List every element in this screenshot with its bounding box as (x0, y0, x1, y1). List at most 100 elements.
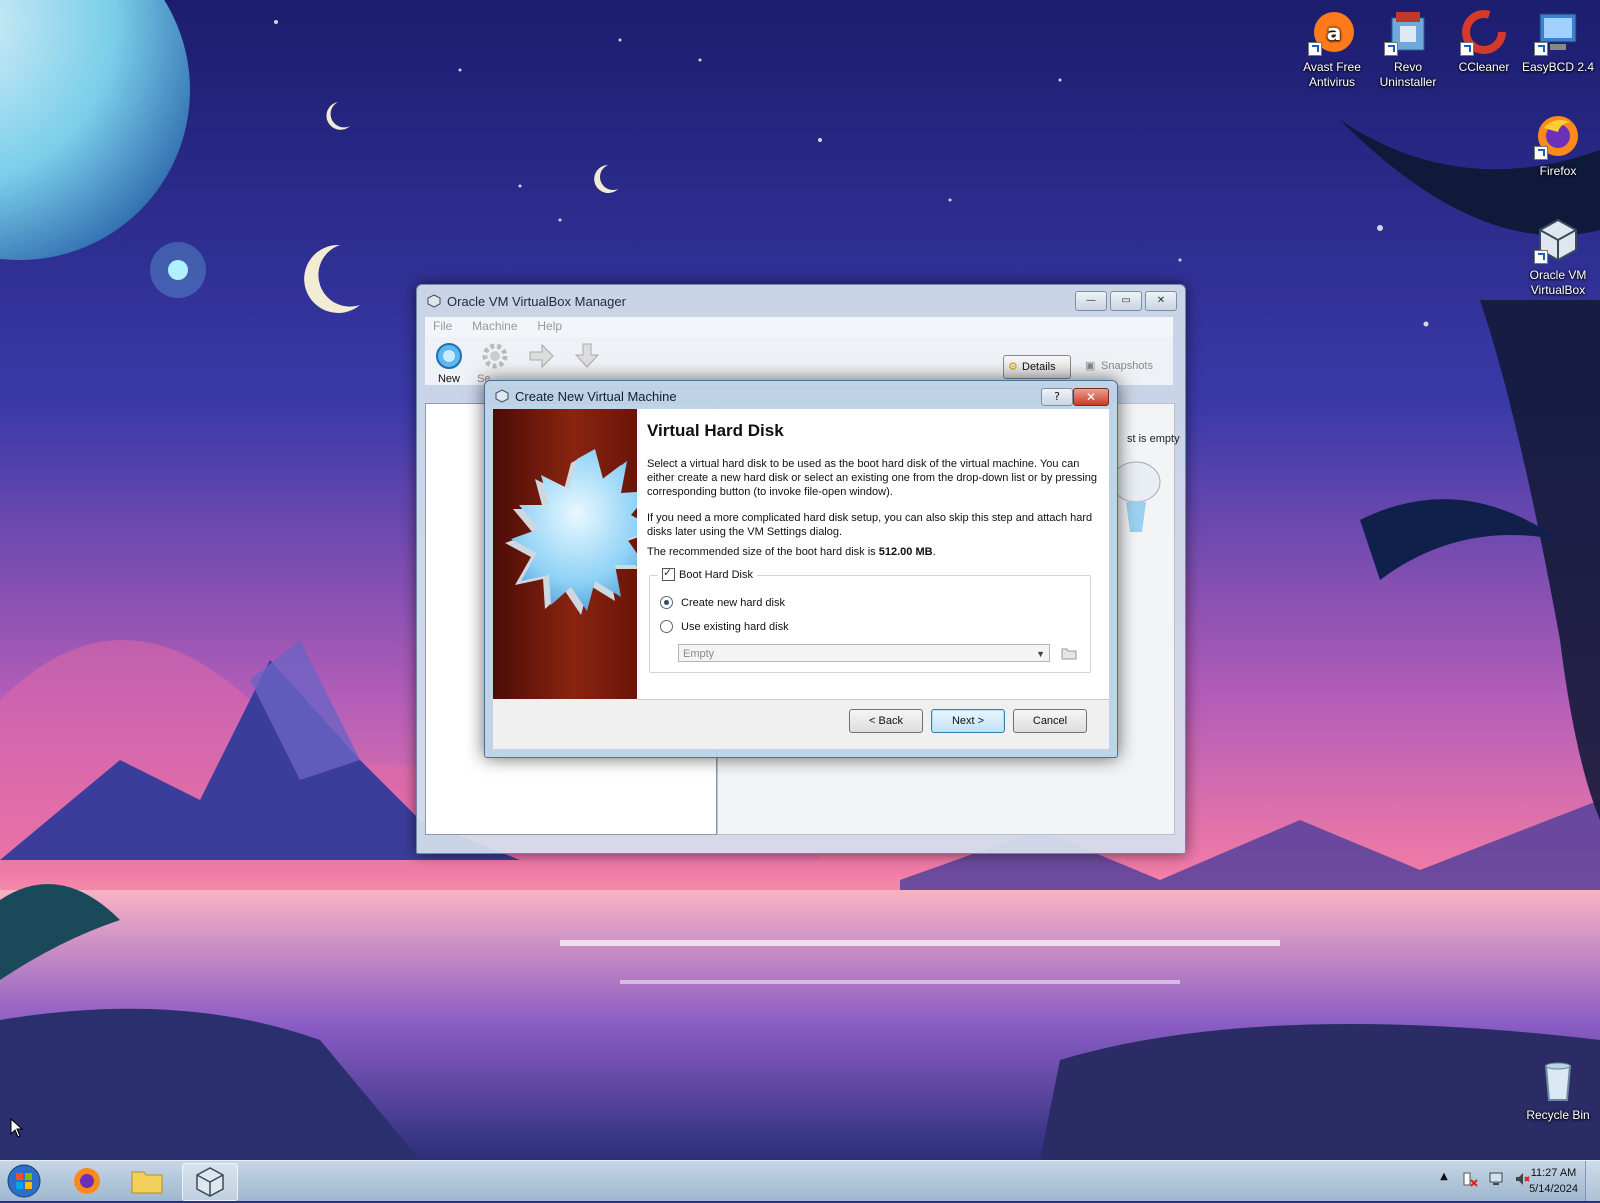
new-button[interactable]: New (429, 337, 469, 385)
show-desktop-button[interactable] (1585, 1161, 1600, 1201)
create-vm-wizard-dialog[interactable]: Create New Virtual Machine ? ✕ Virtual H… (484, 380, 1118, 758)
menu-help[interactable]: Help (537, 319, 562, 333)
desktop-icon-label: Revo Uninstaller (1379, 60, 1437, 89)
create-new-disk-radio[interactable]: Create new hard disk (660, 596, 785, 609)
virtualbox-icon (1534, 216, 1582, 264)
recommended-size-value: 512.00 MB (878, 546, 933, 558)
details-gear-icon: ⚙ (1008, 361, 1018, 373)
shortcut-arrow-icon (1308, 42, 1322, 56)
ccleaner-icon (1460, 8, 1508, 56)
desktop-icon-avast[interactable]: a Avast Free Antivirus (1290, 8, 1374, 90)
firefox-icon (74, 1168, 100, 1194)
show-hidden-icons-icon[interactable]: ▲ (1436, 1171, 1452, 1187)
new-vm-icon (434, 341, 464, 371)
shortcut-arrow-icon (1534, 146, 1548, 160)
clock[interactable]: 11:27 AM 5/14/2024 (1529, 1165, 1578, 1197)
gear-icon (480, 341, 510, 371)
help-button[interactable]: ? (1041, 388, 1073, 406)
arrow-right-icon (526, 341, 556, 371)
star-burst-icon (505, 449, 637, 615)
create-new-disk-label: Create new hard disk (681, 596, 785, 609)
action-center-icon[interactable] (1462, 1171, 1478, 1187)
boot-hard-disk-label: Boot Hard Disk (679, 568, 753, 581)
recommended-size-text: The recommended size of the boot hard di… (647, 545, 1097, 559)
close-button[interactable]: ✕ (1145, 291, 1177, 311)
dialog-body: Virtual Hard Disk Select a virtual hard … (493, 409, 1109, 749)
shortcut-arrow-icon (1534, 250, 1548, 264)
existing-disk-select[interactable]: Empty ▼ (678, 644, 1050, 662)
radio-selected-icon (660, 596, 673, 609)
dialog-title: Create New Virtual Machine (495, 389, 677, 404)
virtualbox-icon (427, 294, 441, 308)
desktop-icon-virtualbox[interactable]: Oracle VM VirtualBox (1516, 216, 1600, 298)
minimize-button[interactable]: — (1075, 291, 1107, 311)
desktop-icon-label: Firefox (1539, 164, 1577, 178)
menu-machine[interactable]: Machine (472, 319, 517, 333)
windows-logo-icon (7, 1164, 41, 1198)
details-button[interactable]: ⚙ Details (1003, 355, 1071, 379)
open-disk-file-button[interactable] (1060, 644, 1078, 662)
existing-disk-value: Empty (683, 648, 715, 660)
menu-bar: File Machine Help (425, 317, 1173, 337)
virtualbox-icon (495, 389, 509, 403)
network-icon[interactable] (1488, 1171, 1504, 1187)
description-paragraph-1: Select a virtual hard disk to be used as… (647, 458, 1098, 498)
folder-open-icon (1061, 648, 1077, 660)
desktop-icon-label: Recycle Bin (1526, 1108, 1590, 1122)
description-paragraph-2: If you need a more complicated hard disk… (647, 512, 1093, 538)
recycle-bin-icon (1534, 1056, 1582, 1104)
next-button[interactable]: Next > (931, 709, 1005, 733)
shortcut-arrow-icon (1384, 42, 1398, 56)
svg-text:a: a (1327, 21, 1342, 46)
virtualbox-icon (196, 1167, 224, 1197)
desktop-icon-firefox[interactable]: Firefox (1516, 112, 1600, 179)
checkbox-checked-icon (662, 566, 675, 581)
radio-unselected-icon (660, 620, 673, 633)
cancel-button[interactable]: Cancel (1013, 709, 1087, 733)
snapshots-label: Snapshots (1101, 360, 1153, 372)
shortcut-arrow-icon (1460, 42, 1474, 56)
maximize-icon: ▭ (1121, 295, 1131, 306)
desktop-icon-recycle-bin[interactable]: Recycle Bin (1516, 1056, 1600, 1123)
taskbar-firefox[interactable] (60, 1163, 114, 1199)
desktop-icon-label: CCleaner (1458, 60, 1510, 74)
discard-button[interactable] (567, 337, 607, 373)
taskbar-virtualbox[interactable] (182, 1163, 238, 1201)
menu-file[interactable]: File (433, 319, 452, 333)
mouse-cursor-icon (10, 1118, 24, 1138)
back-button[interactable]: < Back (849, 709, 923, 733)
chevron-down-icon: ▼ (1036, 649, 1045, 659)
close-icon: ✕ (1156, 295, 1166, 306)
volume-muted-icon[interactable] (1514, 1171, 1530, 1187)
settings-button[interactable]: Se (475, 337, 515, 385)
avast-icon: a (1308, 8, 1356, 56)
taskbar-explorer[interactable] (120, 1163, 174, 1199)
maximize-button[interactable]: ▭ (1110, 291, 1142, 311)
details-label: Details (1022, 361, 1056, 373)
boot-hard-disk-group: Boot Hard Disk Create new hard disk Use … (649, 566, 1091, 673)
minimize-icon: — (1086, 295, 1096, 306)
empty-list-note: st is empty (1127, 433, 1180, 445)
start-button[interactable] (6, 1163, 42, 1199)
start-button[interactable] (521, 337, 561, 373)
camera-icon: ▣ (1085, 360, 1096, 372)
dialog-close-button[interactable]: ✕ (1073, 388, 1109, 406)
desktop-icon-ccleaner[interactable]: CCleaner (1442, 8, 1526, 75)
recommended-size-suffix: . (932, 546, 936, 558)
toolbar: New Se ⚙ Details ▣ Snapshots (425, 337, 1173, 385)
clock-date: 5/14/2024 (1529, 1183, 1578, 1195)
recommended-size-prefix: The recommended size of the boot hard di… (647, 546, 876, 558)
window-title-text: Oracle VM VirtualBox Manager (447, 294, 626, 309)
use-existing-disk-label: Use existing hard disk (681, 620, 789, 633)
use-existing-disk-radio[interactable]: Use existing hard disk (660, 620, 789, 633)
desktop-icon-easybcd[interactable]: EasyBCD 2.4 (1516, 8, 1600, 75)
boot-hard-disk-checkbox[interactable]: Boot Hard Disk (658, 566, 757, 581)
taskbar: ▲ 11:27 AM 5/14/2024 (0, 1160, 1600, 1201)
snapshots-button[interactable]: ▣ Snapshots (1085, 355, 1153, 377)
dialog-title-text: Create New Virtual Machine (515, 389, 677, 404)
wizard-side-banner (493, 409, 637, 699)
wizard-page: Virtual Hard Disk Select a virtual hard … (637, 409, 1109, 700)
folder-icon (131, 1171, 163, 1194)
desktop-icon-revo[interactable]: Revo Uninstaller (1366, 8, 1450, 90)
page-title: Virtual Hard Disk (647, 421, 784, 440)
